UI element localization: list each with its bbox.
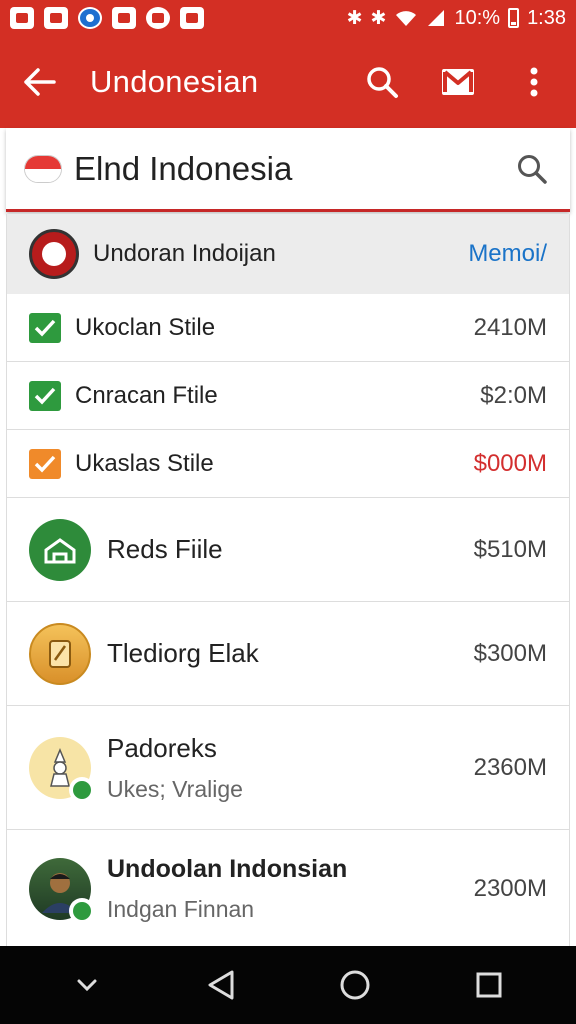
list-item-label: Undoolan Indonsian	[107, 855, 348, 883]
clock: 1:38	[527, 6, 566, 29]
gallery-notification-icon	[10, 7, 34, 29]
online-badge-icon	[69, 776, 95, 803]
app-title: Undonesian	[90, 64, 259, 99]
gmail-icon	[442, 69, 474, 95]
back-nav-icon	[208, 970, 234, 1000]
mail-notification-icon	[180, 7, 204, 29]
notification-icons	[10, 7, 204, 29]
checkmark-icon	[34, 455, 56, 473]
list-item-amount: $2:0M	[480, 381, 547, 409]
avatar	[29, 229, 79, 279]
hide-keyboard-button[interactable]	[63, 961, 111, 1009]
search-bar[interactable]: Elnd Indonesia	[6, 128, 570, 212]
list-item-subtitle: Indgan Finnan	[107, 896, 255, 922]
status-bar: ✱ ✱ 10:% 1:38	[0, 0, 576, 36]
recents-nav-icon	[476, 972, 502, 998]
list-item-label: Padoreks	[107, 732, 217, 763]
gmail-button[interactable]	[438, 62, 478, 102]
search-button[interactable]	[362, 62, 402, 102]
puppet-figure-icon	[29, 736, 95, 803]
home-nav-icon	[340, 970, 370, 1000]
list-item-amount: 2360M	[473, 753, 547, 781]
back-button[interactable]	[18, 60, 62, 104]
list-item-amount: $510M	[473, 535, 547, 563]
list-item-amount: $300M	[473, 639, 547, 667]
signal-icon	[428, 10, 445, 26]
search-bar-search-button[interactable]	[512, 149, 552, 189]
checkmark-icon	[34, 319, 56, 337]
battery-percent: 10:%	[454, 6, 501, 29]
browser-notification-icon	[78, 7, 102, 29]
list-header: Undoran Indoijan Memoi/	[7, 214, 569, 294]
list-item[interactable]: Tlediorg Elak $300M	[7, 602, 569, 706]
checkbox[interactable]	[29, 312, 61, 343]
list-item[interactable]: Reds Fiile $510M	[7, 498, 569, 602]
app-bar-actions	[362, 62, 558, 102]
hide-keyboard-icon	[77, 979, 97, 992]
screen: ✱ ✱ 10:% 1:38 Undonesian Elnd Indonesia …	[0, 0, 576, 1024]
list-item-text: Padoreks Ukes; Vralige	[107, 733, 243, 803]
indonesia-flag-icon	[24, 154, 62, 183]
search-query[interactable]: Elnd Indonesia	[74, 150, 292, 188]
list-item-label: Cnracan Ftile	[75, 381, 218, 409]
list-item-text: Undoolan Indonsian Indgan Finnan	[107, 855, 347, 923]
calendar-notification-icon	[44, 7, 68, 29]
list-item-amount: 2410M	[473, 313, 547, 341]
wifi-icon	[396, 11, 417, 26]
document-emblem-icon	[29, 622, 91, 685]
list-header-title: Undoran Indoijan	[93, 240, 276, 267]
list-item-subtitle: Ukes; Vralige	[107, 775, 243, 802]
list-item-amount: $000M	[473, 449, 547, 477]
list-item[interactable]: Undoolan Indonsian Indgan Finnan 2300M	[7, 830, 569, 946]
overflow-menu-icon	[530, 67, 538, 97]
bluetooth-icon-2: ✱	[370, 7, 387, 29]
recents-nav-button[interactable]	[465, 961, 513, 1009]
search-icon	[518, 154, 547, 184]
system-indicators: ✱ ✱ 10:% 1:38	[347, 7, 566, 30]
file-list: Undoran Indoijan Memoi/ Ukoclan Stile 24…	[6, 214, 570, 946]
search-icon	[367, 67, 398, 98]
checkmark-icon	[34, 387, 56, 405]
avatar	[29, 858, 95, 924]
overflow-menu-button[interactable]	[514, 62, 554, 102]
bluetooth-icon: ✱	[346, 7, 363, 29]
checkbox[interactable]	[29, 448, 61, 479]
back-nav-button[interactable]	[197, 961, 245, 1009]
list-item[interactable]: Cnracan Ftile $2:0M	[7, 362, 569, 430]
menu-link[interactable]: Memoi/	[468, 240, 547, 268]
list-item-label: Reds Fiile	[107, 534, 223, 564]
list-item[interactable]: Padoreks Ukes; Vralige 2360M	[7, 706, 569, 830]
mosque-icon	[29, 518, 91, 581]
list-item-amount: 2300M	[473, 875, 547, 902]
list-item-label: Ukoclan Stile	[75, 313, 216, 341]
battery-icon	[508, 8, 520, 28]
online-badge-icon	[69, 898, 95, 924]
checkbox[interactable]	[29, 380, 61, 411]
list-item-label: Tlediorg Elak	[107, 638, 259, 668]
app-bar: Undonesian	[0, 36, 576, 128]
list-item[interactable]: Ukaslas Stile $000M	[7, 430, 569, 498]
list-item[interactable]: Ukoclan Stile 2410M	[7, 294, 569, 362]
home-nav-button[interactable]	[331, 961, 379, 1009]
chat-notification-icon	[112, 7, 136, 29]
record-notification-icon	[146, 7, 170, 29]
list-item-label: Ukaslas Stile	[75, 449, 214, 477]
navigation-bar	[0, 946, 576, 1024]
back-arrow-icon	[24, 68, 56, 96]
